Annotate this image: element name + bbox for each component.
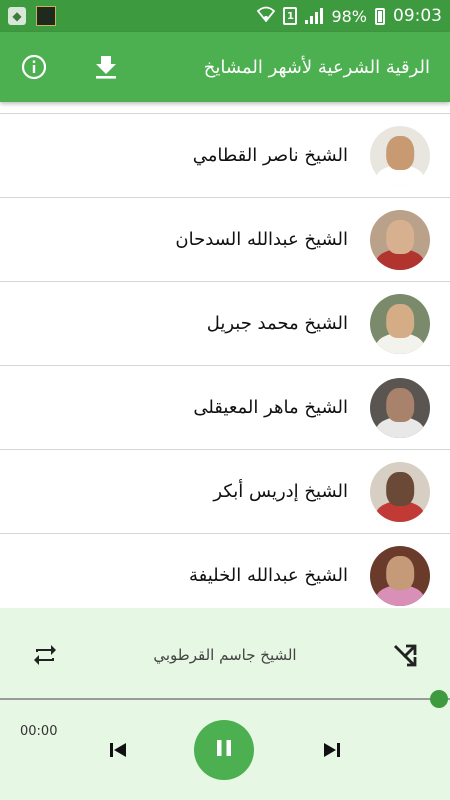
app-bar: الرقية الشرعية لأشهر المشايخ — [0, 32, 450, 102]
avatar — [370, 377, 430, 438]
now-playing-title: الشيخ جاسم القرطوبي — [153, 646, 297, 664]
reciter-list-item[interactable]: الشيخ عبدالله الخليفة — [0, 534, 450, 608]
clock: 09:03 — [393, 6, 442, 26]
notification-app-icon: ◆ — [8, 7, 26, 25]
reciter-name: الشيخ ماهر المعيقلى — [193, 397, 348, 418]
avatar — [370, 545, 430, 606]
reciter-list-item[interactable]: الشيخ عبدالله السدحان — [0, 198, 450, 282]
pause-icon — [213, 737, 235, 763]
sim-icon: 1 — [283, 7, 298, 25]
shuffle-icon[interactable] — [390, 640, 420, 670]
battery-percent: 98% — [331, 6, 367, 26]
reciter-list-item[interactable]: الشيخ محمد جبريل — [0, 282, 450, 366]
avatar — [370, 293, 430, 354]
signal-icon — [305, 8, 324, 24]
audio-player: الشيخ جاسم القرطوبي 00:00 — [0, 608, 450, 800]
list-item-partial — [0, 102, 450, 114]
app-title: الرقية الشرعية لأشهر المشايخ — [203, 56, 430, 78]
skip-previous-icon[interactable] — [106, 738, 130, 762]
reciter-list-item[interactable]: الشيخ ناصر القطامي — [0, 114, 450, 198]
reciter-list-item[interactable]: الشيخ إدريس أبكر — [0, 450, 450, 534]
reciter-name: الشيخ عبدالله السدحان — [175, 229, 348, 250]
reciter-name: الشيخ ناصر القطامي — [192, 145, 348, 166]
pause-button[interactable] — [194, 720, 254, 780]
status-bar: ◆ 1 98% 09:03 — [0, 0, 450, 32]
reciter-list-item[interactable]: الشيخ ماهر المعيقلى — [0, 366, 450, 450]
avatar — [370, 209, 430, 270]
avatar — [370, 125, 430, 186]
battery-icon — [375, 7, 385, 25]
reciter-name: الشيخ محمد جبريل — [206, 313, 348, 334]
reciter-list: الشيخ ناصر القطامي الشيخ عبدالله السدحان ا… — [0, 102, 450, 608]
app-screen: ◆ 1 98% 09:03 الرقية الشرعية لأشهر المشا… — [0, 0, 450, 800]
wifi-icon — [257, 6, 276, 26]
seek-bar[interactable] — [0, 690, 450, 708]
reciter-name: الشيخ إدريس أبكر — [213, 481, 348, 502]
download-icon[interactable] — [92, 53, 120, 81]
info-icon[interactable] — [20, 53, 48, 81]
elapsed-time: 00:00 — [20, 724, 58, 739]
avatar — [370, 461, 430, 522]
reciter-name: الشيخ عبدالله الخليفة — [188, 565, 348, 586]
skip-next-icon[interactable] — [320, 738, 344, 762]
seek-thumb[interactable] — [430, 690, 448, 708]
notification-image-icon — [36, 6, 56, 26]
